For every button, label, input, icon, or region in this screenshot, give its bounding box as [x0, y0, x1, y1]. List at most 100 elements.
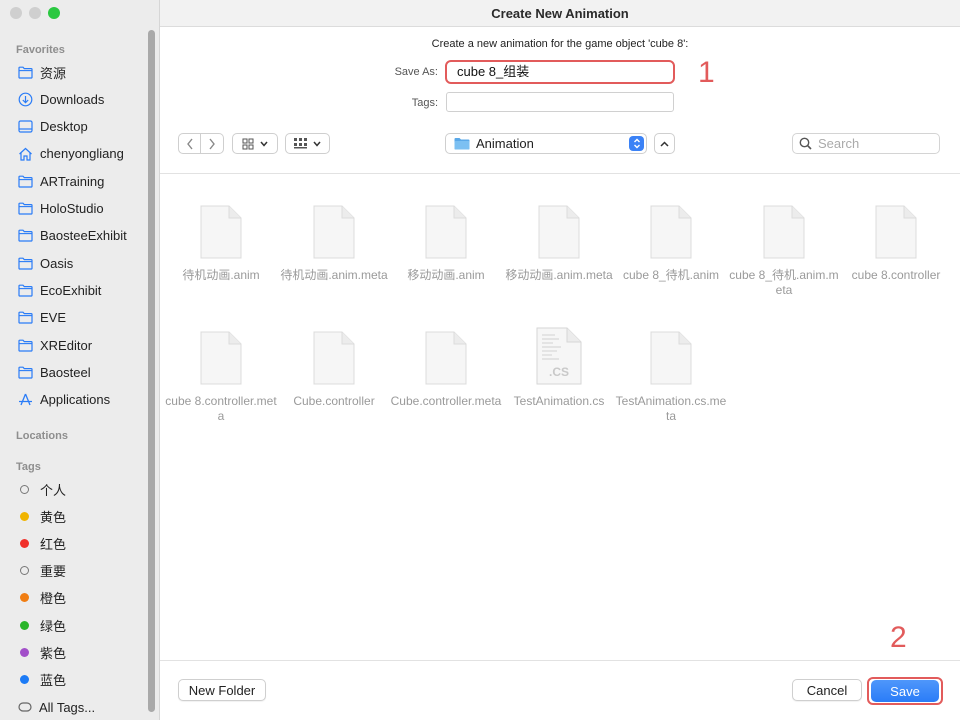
sidebar-item-baosteel[interactable]: Baosteel	[18, 361, 146, 383]
folder-icon	[18, 339, 33, 352]
sidebar-item-label: Baosteel	[40, 364, 91, 380]
tag-color-dot-icon	[20, 511, 29, 521]
file-item[interactable]: cube 8.controller.meta	[165, 326, 277, 424]
sidebar-item-oasis[interactable]: Oasis	[18, 252, 146, 274]
collapse-button[interactable]	[654, 133, 675, 154]
file-item[interactable]: 移动动画.anim	[390, 200, 502, 283]
document-icon	[199, 200, 243, 260]
annotation-step-1: 1	[698, 56, 715, 89]
sidebar: Favorites 资源 Downloads Desktop chenyonglian…	[0, 0, 160, 720]
tag-color-dot-icon	[20, 620, 29, 630]
sidebar-item-label: BaosteeExhibit	[40, 228, 127, 244]
desktop-icon	[18, 120, 33, 133]
toolbar-divider	[160, 173, 960, 174]
sidebar-tag-item[interactable]: 红色	[18, 532, 146, 554]
close-button[interactable]	[10, 7, 22, 19]
view-mode-button[interactable]	[232, 133, 278, 154]
file-item[interactable]: 待机动画.anim.meta	[278, 200, 390, 283]
file-name: Cube.controller.meta	[390, 394, 502, 408]
file-name: 待机动画.anim.meta	[280, 268, 388, 282]
new-folder-button[interactable]: New Folder	[178, 679, 266, 701]
file-item[interactable]: cube 8_待机.anim.meta	[728, 200, 840, 298]
favorites-heading: Favorites	[16, 44, 65, 56]
file-name: TestAnimation.cs	[513, 394, 605, 408]
file-name: 待机动画.anim	[182, 268, 260, 282]
file-item[interactable]: Cube.controller	[278, 326, 390, 409]
sidebar-item-downloads[interactable]: Downloads	[18, 88, 146, 110]
dialog-prompt: Create a new animation for the game obje…	[431, 38, 689, 50]
save-button[interactable]: Save	[871, 680, 939, 702]
document-icon	[649, 200, 693, 260]
sidebar-tag-item[interactable]: 重要	[18, 560, 146, 582]
sidebar-item-label: Oasis	[40, 255, 74, 271]
sidebar-item-holostudio[interactable]: HoloStudio	[18, 198, 146, 220]
sidebar-item-label: Downloads	[40, 91, 105, 107]
sidebar-item-label: 红色	[40, 536, 67, 552]
sidebar-item-label: chenyongliang	[40, 146, 124, 162]
sidebar-item-baosteeexhibit[interactable]: BaosteeExhibit	[18, 225, 146, 247]
save-as-label: Save As:	[394, 66, 438, 78]
cancel-button[interactable]: Cancel	[792, 679, 862, 701]
tag-color-dot-icon	[20, 538, 29, 548]
document-icon	[199, 326, 243, 386]
sidebar-item-ecoexhibit[interactable]: EcoExhibit	[18, 279, 146, 301]
sidebar-item--[interactable]: 资源	[18, 61, 146, 83]
file-item[interactable]: cube 8_待机.anim	[615, 200, 727, 283]
chevron-up-icon	[660, 140, 669, 147]
back-button[interactable]	[178, 133, 201, 154]
zoom-button[interactable]	[48, 7, 60, 19]
search-field[interactable]: Search	[792, 133, 940, 154]
file-item[interactable]: .CS TestAnimation.cs	[503, 326, 615, 409]
download-icon	[18, 92, 33, 107]
sidebar-tag-item[interactable]: 紫色	[18, 641, 146, 663]
sidebar-tag-item[interactable]: 个人	[18, 478, 146, 500]
file-item[interactable]: Cube.controller.meta	[390, 326, 502, 409]
document-icon	[762, 200, 806, 260]
sidebar-item-label: EcoExhibit	[40, 282, 102, 298]
location-popup-label: Animation	[476, 136, 534, 151]
document-icon	[424, 326, 468, 386]
group-button[interactable]	[285, 133, 330, 154]
minimize-button[interactable]	[29, 7, 41, 19]
sidebar-item-xreditor[interactable]: XREditor	[18, 334, 146, 356]
tags-input[interactable]	[446, 92, 674, 112]
forward-button[interactable]	[201, 133, 224, 154]
sidebar-item-applications[interactable]: Applications	[18, 389, 146, 411]
search-placeholder: Search	[818, 136, 860, 151]
tag-color-dot-icon	[20, 593, 29, 603]
file-name: 移动动画.anim	[407, 268, 485, 282]
save-as-input[interactable]: cube 8_组装	[445, 60, 675, 84]
sidebar-item-chenyongliang[interactable]: chenyongliang	[18, 143, 146, 165]
sidebar-item-eve[interactable]: EVE	[18, 307, 146, 329]
sidebar-item-all-tags[interactable]: All Tags...	[18, 696, 146, 718]
location-popup[interactable]: Animation	[445, 133, 647, 154]
sidebar-tag-item[interactable]: 蓝色	[18, 668, 146, 690]
chevron-left-icon	[186, 138, 193, 149]
sidebar-item-label: ARTraining	[40, 173, 105, 189]
search-icon	[799, 137, 812, 150]
sidebar-item-desktop[interactable]: Desktop	[18, 116, 146, 138]
file-item[interactable]: TestAnimation.cs.meta	[615, 326, 727, 424]
sidebar-tag-item[interactable]: 黄色	[18, 505, 146, 527]
file-item[interactable]: 移动动画.anim.meta	[503, 200, 615, 283]
tag-outline-icon	[18, 702, 32, 712]
file-item[interactable]: 待机动画.anim	[165, 200, 277, 283]
file-name: cube 8_待机.anim	[622, 268, 720, 282]
file-name: cube 8.controller	[851, 268, 941, 282]
sidebar-item-label: All Tags...	[39, 699, 96, 715]
group-grid-icon	[294, 137, 307, 148]
sidebar-item-label: 紫色	[40, 645, 67, 661]
sidebar-scrollbar[interactable]	[148, 30, 155, 712]
document-icon	[537, 200, 581, 260]
sidebar-item-label: 资源	[40, 65, 67, 81]
sidebar-tag-item[interactable]: 绿色	[18, 614, 146, 636]
tag-color-dot-icon	[20, 566, 29, 576]
document-icon	[312, 200, 356, 260]
file-item[interactable]: cube 8.controller	[840, 200, 952, 283]
sidebar-tag-item[interactable]: 橙色	[18, 587, 146, 609]
sidebar-item-label: 重要	[40, 564, 67, 580]
folder-icon	[18, 229, 33, 242]
sidebar-item-artraining[interactable]: ARTraining	[18, 170, 146, 192]
tag-color-dot-icon	[20, 674, 29, 684]
document-icon	[312, 326, 356, 386]
